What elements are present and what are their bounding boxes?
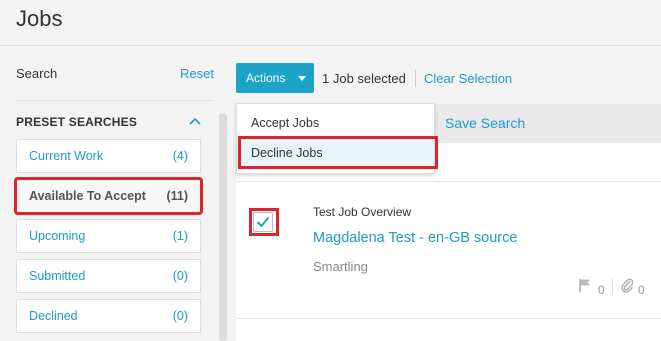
page-title: Jobs bbox=[16, 6, 63, 31]
accept-jobs-menu-item[interactable]: Accept Jobs bbox=[237, 108, 434, 138]
preset-available-to-accept[interactable]: Available To Accept (11) bbox=[14, 177, 203, 215]
decline-jobs-highlight bbox=[238, 136, 438, 169]
selected-count: 1 Job selected bbox=[322, 71, 406, 86]
preset-declined[interactable]: Declined (0) bbox=[16, 299, 201, 333]
preset-count: (1) bbox=[172, 229, 188, 243]
clear-selection-link[interactable]: Clear Selection bbox=[424, 71, 512, 86]
preset-label: Submitted bbox=[29, 269, 86, 283]
reset-link[interactable]: Reset bbox=[180, 66, 214, 81]
paperclip-icon bbox=[621, 278, 634, 293]
caret-down-icon bbox=[298, 76, 306, 81]
title-divider bbox=[0, 45, 661, 46]
meta-divider bbox=[612, 279, 613, 293]
preset-count: (0) bbox=[172, 269, 188, 283]
search-label: Search bbox=[16, 66, 58, 81]
attachment-count: 0 bbox=[638, 283, 645, 297]
preset-label: Declined bbox=[29, 309, 78, 323]
checkbox-highlight bbox=[249, 208, 279, 236]
preset-label: Available To Accept bbox=[29, 189, 146, 203]
preset-upcoming[interactable]: Upcoming (1) bbox=[16, 219, 201, 253]
row-divider bbox=[236, 318, 661, 319]
flag-icon bbox=[579, 279, 590, 292]
job-company: Smartling bbox=[313, 259, 368, 274]
job-overview-label: Test Job Overview bbox=[313, 205, 412, 219]
preset-searches-heading: PRESET SEARCHES bbox=[16, 115, 138, 129]
preset-submitted[interactable]: Submitted (0) bbox=[16, 259, 201, 293]
preset-count: (4) bbox=[172, 149, 188, 163]
preset-label: Upcoming bbox=[29, 229, 86, 243]
row-divider bbox=[236, 181, 661, 182]
toolbar-divider bbox=[415, 70, 416, 87]
save-search-link[interactable]: Save Search bbox=[445, 115, 525, 131]
actions-button[interactable]: Actions bbox=[236, 63, 314, 93]
preset-count: (0) bbox=[172, 309, 188, 323]
preset-current-work[interactable]: Current Work (4) bbox=[16, 139, 201, 173]
sidebar-divider bbox=[16, 100, 213, 101]
job-name-link[interactable]: Magdalena Test - en-GB source bbox=[313, 230, 517, 246]
preset-label: Current Work bbox=[29, 149, 104, 163]
chevron-up-icon[interactable] bbox=[189, 116, 201, 126]
actions-label: Actions bbox=[246, 71, 286, 85]
flag-count: 0 bbox=[598, 283, 605, 297]
preset-list: Current Work (4) Available To Accept (11… bbox=[14, 139, 203, 339]
sidebar-scrollbar[interactable] bbox=[219, 113, 227, 341]
preset-count: (11) bbox=[166, 189, 188, 203]
